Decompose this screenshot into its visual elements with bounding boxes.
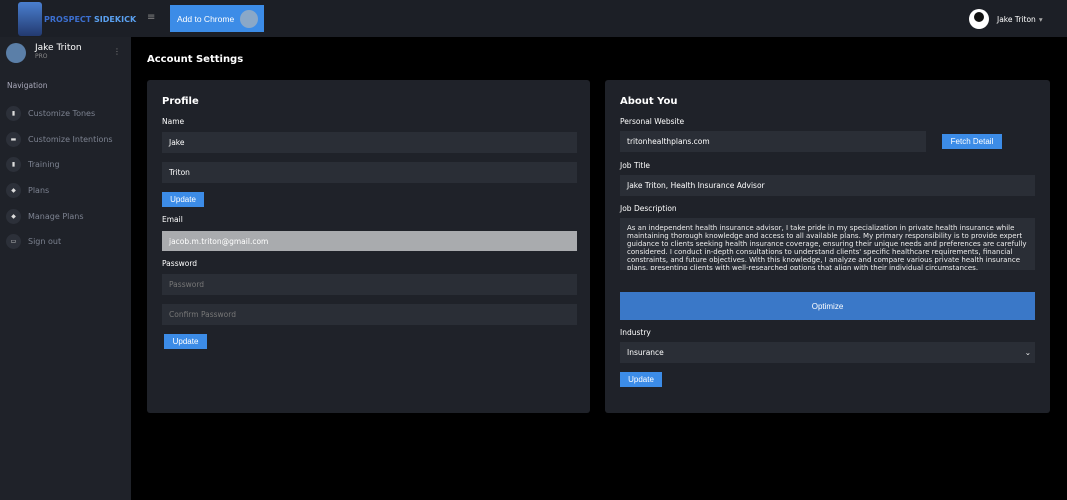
card-icon: ▭ [6,234,21,249]
name-label: Name [162,117,185,126]
sidebar-item-manage-plans[interactable]: ◆ Manage Plans [6,209,84,224]
more-options-icon[interactable]: ⋮ [113,47,121,56]
add-to-chrome-button[interactable]: Add to Chrome [170,5,264,32]
avatar [6,43,26,63]
caret-down-icon: ▾ [1038,14,1043,24]
nav-heading: Navigation [7,81,48,90]
brand-name: PROSPECT [44,14,92,24]
clipboard-icon: ▮ [6,157,21,172]
password-label: Password [162,259,198,268]
email-field: jacob.m.triton@gmail.com [162,231,577,251]
top-bar: PROSPECT SIDEKICK ≡ Add to Chrome Jake T… [0,0,1067,37]
last-name-input[interactable]: Triton [162,162,577,183]
chevron-down-icon: ⌄ [1024,348,1031,357]
robot-icon [240,9,259,28]
job-title-input[interactable]: Jake Triton, Health Insurance Advisor [620,175,1035,196]
user-menu[interactable]: Jake Triton ▾ [969,9,1043,29]
fetch-detail-button[interactable]: Fetch Detail [942,134,1002,149]
profile-card: Profile Name Jake Triton Update Email ja… [147,80,590,413]
sidebar-item-training[interactable]: ▮ Training [6,157,60,172]
industry-select[interactable]: Insurance ⌄ [620,342,1035,363]
menu-toggle-icon[interactable]: ≡ [147,12,155,23]
password-input[interactable]: Password [162,274,577,295]
sidebar-item-customize-tones[interactable]: ▮ Customize Tones [6,106,95,121]
industry-label: Industry [620,328,651,337]
hat-icon: ▬ [6,132,21,147]
brand-name-2: SIDEKICK [94,14,137,24]
first-name-input[interactable]: Jake [162,132,577,153]
sidebar-user: Jake Triton PRO [6,43,82,63]
website-label: Personal Website [620,117,685,126]
nav-label: Plans [28,186,50,195]
add-to-chrome-label: Add to Chrome [177,13,235,24]
profile-title: Profile [162,96,199,107]
sidebar-item-sign-out[interactable]: ▭ Sign out [6,234,61,249]
job-description-label: Job Description [620,204,677,213]
update-password-button[interactable]: Update [164,334,207,349]
update-about-button[interactable]: Update [620,372,662,387]
logo[interactable]: PROSPECT SIDEKICK [18,2,136,36]
robot-logo-icon [18,2,42,36]
diamond-icon: ◆ [6,209,21,224]
sidebar: Jake Triton PRO ⋮ Navigation ▮ Customize T… [0,37,131,500]
plan-badge: PRO [35,53,48,60]
sidebar-item-customize-intentions[interactable]: ▬ Customize Intentions [6,132,113,147]
sidebar-item-plans[interactable]: ◆ Plans [6,183,49,198]
confirm-password-input[interactable]: Confirm Password [162,304,577,325]
nav-label: Training [28,160,60,169]
user-name: Jake Triton [997,14,1036,24]
nav-label: Customize Tones [28,109,96,118]
update-name-button[interactable]: Update [162,192,204,207]
nav-label: Manage Plans [28,212,84,221]
clipboard-icon: ▮ [6,106,21,121]
sidebar-user-name: Jake Triton [35,43,82,53]
about-card: About You Personal Website tritonhealthp… [605,80,1050,413]
avatar [969,9,989,29]
page-title: Account Settings [147,54,244,65]
industry-value: Insurance [627,348,664,357]
job-title-label: Job Title [620,161,651,170]
nav-label: Customize Intentions [28,135,113,144]
email-label: Email [162,215,183,224]
job-description-textarea[interactable]: As an independent health insurance advis… [620,218,1035,270]
website-input[interactable]: tritonhealthplans.com [620,131,926,152]
nav-label: Sign out [28,237,62,246]
optimize-button[interactable]: Optimize [620,292,1035,320]
about-title: About You [620,96,678,107]
diamond-icon: ◆ [6,183,21,198]
